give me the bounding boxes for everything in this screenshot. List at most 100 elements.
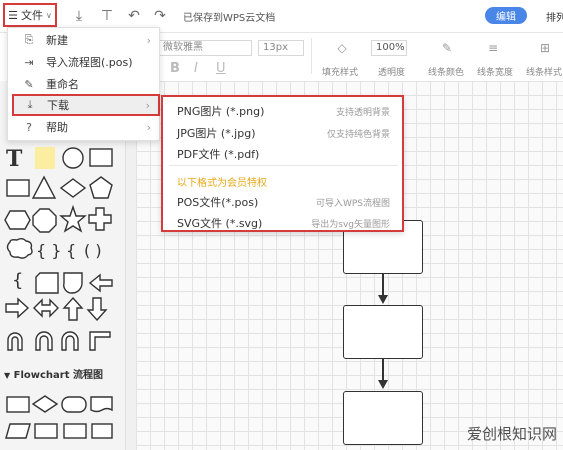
delay-shape[interactable] [63,272,83,294]
caret-down-icon: ▼ [4,371,11,380]
download-jpg-option[interactable]: JPG图片 (*.jpg) [177,125,256,141]
line-width-label: 线条宽度 [477,68,514,78]
vip-note: 以下格式为会员特权 [177,178,267,189]
flowchart-box-2[interactable] [343,305,423,359]
opacity-label: 透明度 [378,68,406,78]
menu-item-help[interactable]: ? 帮助 › [8,116,159,138]
download-png-option[interactable]: PNG图片 (*.png) [177,103,264,119]
brace-shape[interactable]: { [12,270,23,291]
flowchart-section-header[interactable]: ▼ Flowchart 流程图 [4,366,103,381]
internal-storage-shape[interactable] [63,423,87,439]
file-menu-label: 文件 [21,9,43,22]
rect-shape[interactable] [6,179,30,197]
chevron-right-icon: › [146,120,151,134]
connector-line-1[interactable] [382,274,384,296]
card-shape[interactable] [35,272,59,294]
shapes-library: T { } { ( ) { [4,146,113,439]
arrange-button[interactable]: 排列 [546,9,563,24]
brace-left-shape[interactable]: { [66,241,76,260]
menu-item-label: 重命名 [46,78,79,91]
star-shape[interactable] [59,204,87,233]
arrow-left-shape[interactable] [88,273,113,293]
circle-shape[interactable] [62,147,84,169]
redo-icon[interactable]: ↷ [152,8,168,24]
flowchart-box-3[interactable] [343,391,423,445]
braces-shape[interactable]: { } [36,241,61,260]
line-color-label: 线条颜色 [428,68,465,78]
rectangle-shape[interactable] [89,148,113,167]
pentagon-shape[interactable] [89,176,113,199]
save-status: 已保存到WPS云文档 [183,13,276,24]
menu-item-label: 导入流程图(.pos) [46,56,133,69]
cross-shape[interactable] [88,207,112,231]
fill-style-label: 填充样式 [322,68,359,78]
download-icon[interactable]: ⤓ [71,8,87,24]
file-menu-button[interactable]: ☰ 文件 ∨ [3,3,57,27]
chevron-right-icon: › [145,98,150,112]
download-icon: ⤓ [27,98,33,111]
parentheses-shape[interactable]: ( ) [84,241,102,260]
hamburger-icon: ☰ [8,8,18,22]
bend-arrow-shape[interactable] [61,331,79,351]
decision-shape[interactable] [31,395,59,413]
watermark-text: 爱创根知识网 [466,425,557,443]
italic-icon[interactable]: I [194,61,198,76]
toolbar-divider [311,38,312,74]
hexagon-shape[interactable] [4,210,31,230]
download-png-desc: 支持透明背景 [335,108,390,118]
line-width-icon[interactable]: ≡ [486,41,500,55]
edit-button[interactable]: 编辑 [485,7,527,24]
fill-style-icon[interactable]: ◇ [335,41,349,55]
chevron-down-icon: ∨ [46,10,52,20]
underline-icon[interactable]: U [216,61,226,76]
manual-input-shape[interactable] [91,423,113,439]
file-menu-dropdown: ⎘ 新建 › ⇥ 导入流程图(.pos) ✎ 重命名 ⤓ 下载 › ? 帮助 › [7,27,160,141]
arrow-head-2 [378,380,388,389]
font-family-select[interactable]: 微软雅黑 [158,40,252,56]
document-shape[interactable] [90,396,113,413]
note-shape[interactable] [35,147,55,169]
arrow-down-shape[interactable] [86,297,108,322]
text-shape[interactable]: T [6,146,23,172]
u-turn-shape[interactable] [7,332,23,351]
menu-item-download[interactable]: ⤓ 下载 › [12,94,160,116]
download-pos-option[interactable]: POS文件(*.pos) [177,194,258,210]
undo-icon[interactable]: ↶ [126,8,142,24]
connector-line-2[interactable] [382,359,384,381]
corner-shape[interactable] [89,331,111,351]
download-svg-option[interactable]: SVG文件 (*.svg) [177,215,262,231]
arrow-double-shape[interactable] [33,298,59,318]
download-submenu: PNG图片 (*.png) 支持透明背景 JPG图片 (*.jpg) 仅支持纯色… [161,95,404,232]
menu-item-label: 新建 [46,34,68,47]
download-pdf-option[interactable]: PDF文件 (*.pdf) [177,146,259,162]
line-color-icon[interactable]: ✎ [440,41,454,55]
arrow-right-shape[interactable] [5,297,30,319]
octagon-shape[interactable] [32,208,57,233]
menu-item-new[interactable]: ⎘ 新建 › [8,29,159,51]
menu-item-import[interactable]: ⇥ 导入流程图(.pos) [8,51,159,73]
bold-icon[interactable]: B [170,61,180,76]
format-painter-icon[interactable]: ⊤ [99,8,115,24]
data-shape[interactable] [5,423,31,439]
import-icon: ⇥ [24,55,34,69]
rename-icon: ✎ [24,77,34,91]
cloud-shape[interactable] [6,238,33,259]
menu-item-label: 下载 [47,99,69,112]
process-shape[interactable] [6,396,30,413]
arch-shape[interactable] [35,331,53,351]
font-size-select[interactable]: 13px [258,40,304,56]
menu-item-label: 帮助 [46,121,68,134]
new-file-icon: ⎘ [24,33,34,46]
diamond-shape[interactable] [59,178,87,198]
terminator-shape[interactable] [61,396,87,413]
chevron-right-icon: › [146,33,151,47]
predefined-process-shape[interactable] [34,423,58,439]
download-pos-desc: 可导入WPS流程图 [315,199,390,209]
help-icon: ? [26,120,32,134]
line-style-icon[interactable]: ⊞ [538,41,552,55]
menu-item-rename[interactable]: ✎ 重命名 [8,73,159,95]
triangle-shape[interactable] [31,175,57,199]
download-jpg-desc: 仅支持纯色背景 [326,130,390,140]
arrow-up-shape[interactable] [62,296,84,321]
opacity-input[interactable]: 100% [371,40,407,56]
